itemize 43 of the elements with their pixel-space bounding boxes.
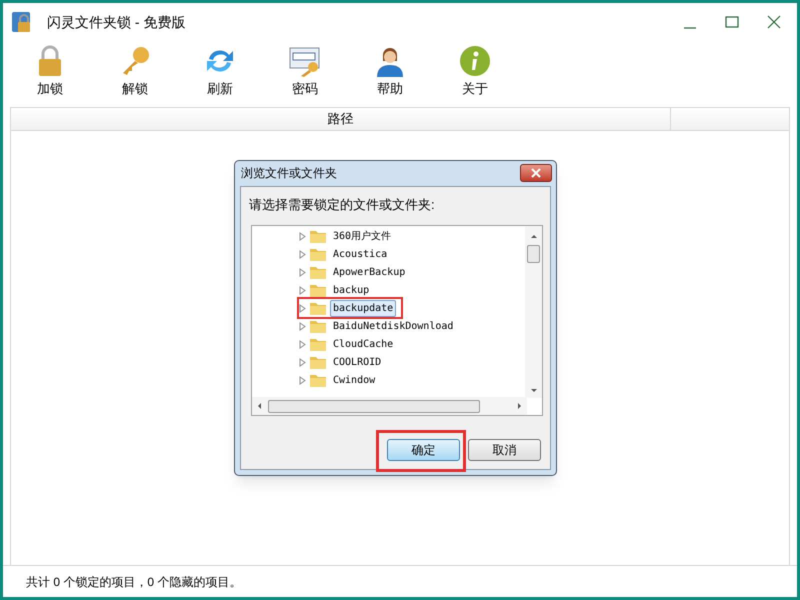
info-icon <box>459 45 491 77</box>
folder-icon <box>310 283 326 297</box>
tree-item[interactable]: ApowerBackup <box>330 264 408 280</box>
tree-item[interactable]: CloudCache <box>330 336 396 352</box>
folder-icon <box>310 247 326 261</box>
dialog-title: 浏览文件或文件夹 <box>241 165 337 182</box>
horizontal-scrollbar[interactable] <box>252 397 527 415</box>
toolbar-button[interactable]: 密码 <box>280 45 330 98</box>
folder-icon <box>310 229 326 243</box>
folder-icon <box>310 301 326 315</box>
toolbar-button[interactable]: 加锁 <box>25 45 75 98</box>
status-text: 共计 0 个锁定的项目，0 个隐藏的项目。 <box>26 574 242 590</box>
toolbar-button[interactable]: 刷新 <box>195 45 245 98</box>
folder-icon <box>310 265 326 279</box>
support-person-icon <box>375 45 405 77</box>
folder-icon <box>310 373 326 387</box>
ok-button[interactable]: 确定 <box>387 439 460 461</box>
close-button[interactable] <box>520 164 552 182</box>
tree-item[interactable]: backupdate <box>330 300 396 316</box>
tree-item[interactable]: COOLROID <box>330 354 384 370</box>
password-field-key-icon <box>289 45 321 77</box>
toolbar-button[interactable]: 帮助 <box>365 45 415 98</box>
folder-icon <box>310 355 326 369</box>
tree-item[interactable]: backup <box>330 282 372 298</box>
window-title: 闪灵文件夹锁 - 免费版 <box>47 12 186 32</box>
scroll-thumb[interactable] <box>268 400 480 412</box>
close-icon <box>531 168 541 178</box>
prompt-text: 请选择需要锁定的文件或文件夹: <box>249 197 435 212</box>
folder-icon <box>310 319 326 333</box>
folder-icon <box>310 337 326 351</box>
tree-item[interactable]: 360用户文件 <box>330 228 394 244</box>
close-icon <box>767 15 781 29</box>
tree-item[interactable]: Acoustica <box>330 246 390 262</box>
padlock-icon <box>36 45 64 77</box>
toolbar-button[interactable]: 解锁 <box>110 45 160 98</box>
toolbar-button[interactable]: 关于 <box>450 45 500 98</box>
cancel-button[interactable]: 取消 <box>468 439 541 461</box>
scroll-thumb[interactable] <box>527 245 540 263</box>
minimize-icon <box>683 27 697 29</box>
tree-item[interactable]: Cwindow <box>330 372 378 388</box>
maximize-icon <box>725 15 739 29</box>
vertical-scrollbar[interactable] <box>525 226 542 398</box>
tree-item[interactable]: BaiduNetdiskDownload <box>330 318 456 334</box>
